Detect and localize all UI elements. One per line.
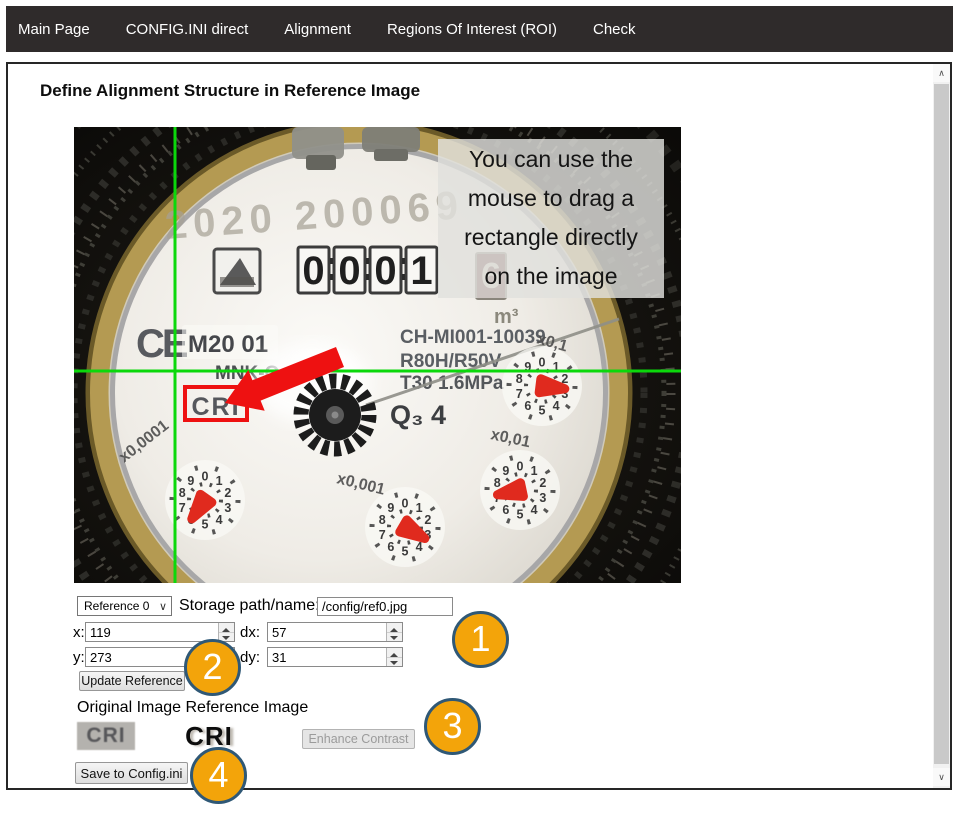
- ce-mark: CE: [136, 322, 188, 366]
- scroll-down-icon[interactable]: ∨: [933, 768, 950, 786]
- save-to-config-button[interactable]: Save to Config.ini: [75, 762, 188, 784]
- svg-text:7: 7: [516, 387, 523, 401]
- svg-text:6: 6: [387, 540, 394, 554]
- y-label: y:: [73, 649, 85, 666]
- hint-line: mouse to drag a: [438, 179, 664, 218]
- scroll-up-icon[interactable]: ∧: [933, 64, 950, 82]
- svg-text:0: 0: [402, 497, 409, 511]
- scrollbar-thumb[interactable]: [934, 84, 949, 764]
- spin-down-icon[interactable]: [387, 632, 402, 642]
- model-text: CH-MI001-10039: [400, 327, 546, 348]
- x-spinner[interactable]: [218, 623, 234, 641]
- dx-input[interactable]: [268, 623, 402, 641]
- enhance-contrast-button[interactable]: Enhance Contrast: [302, 729, 415, 749]
- dy-input[interactable]: [268, 648, 402, 666]
- top-nav: Main Page CONFIG.INI direct Alignment Re…: [6, 6, 953, 52]
- svg-text:9: 9: [387, 501, 394, 515]
- svg-text:5: 5: [539, 404, 546, 418]
- dx-label: dx:: [240, 624, 260, 641]
- drag-hint-overlay: You can use the mouse to drag a rectangl…: [438, 139, 664, 298]
- spin-up-icon[interactable]: [387, 623, 402, 632]
- hint-line: rectangle directly: [438, 218, 664, 257]
- svg-text:6: 6: [502, 503, 509, 517]
- svg-text:4: 4: [531, 503, 538, 517]
- svg-text:3: 3: [224, 501, 231, 515]
- callout-1: 1: [452, 611, 509, 668]
- svg-text:9: 9: [502, 464, 509, 478]
- counter-digit: 0: [338, 249, 360, 293]
- counter-digit: 0: [374, 249, 396, 293]
- storage-path-input[interactable]: [317, 597, 453, 616]
- svg-text:4: 4: [553, 399, 560, 413]
- svg-text:0: 0: [202, 470, 209, 484]
- images-caption: Original Image Reference Image: [77, 699, 308, 717]
- dy-label: dy:: [240, 649, 260, 666]
- hint-line: You can use the: [438, 140, 664, 179]
- svg-text:3: 3: [539, 491, 546, 505]
- callout-4: 4: [190, 747, 247, 804]
- alignment-page: Main Page CONFIG.INI direct Alignment Re…: [0, 0, 960, 816]
- svg-text:6: 6: [524, 399, 531, 413]
- svg-text:8: 8: [179, 486, 186, 500]
- svg-text:4: 4: [216, 513, 223, 527]
- page-title: Define Alignment Structure in Reference …: [40, 81, 420, 101]
- svg-text:8: 8: [379, 513, 386, 527]
- update-reference-button[interactable]: Update Reference: [79, 671, 185, 691]
- spin-up-icon[interactable]: [387, 648, 402, 657]
- approval-text: M20 01: [188, 331, 268, 358]
- reference-select[interactable]: Reference 0 ∨: [77, 596, 172, 616]
- svg-text:0: 0: [539, 356, 546, 370]
- dx-spinner[interactable]: [386, 623, 402, 641]
- svg-text:5: 5: [202, 518, 209, 532]
- svg-text:5: 5: [402, 545, 409, 559]
- callout-3: 3: [424, 698, 481, 755]
- nav-config-ini[interactable]: CONFIG.INI direct: [126, 21, 249, 38]
- dx-field: [267, 622, 403, 642]
- nav-check[interactable]: Check: [593, 21, 636, 38]
- svg-text:9: 9: [187, 474, 194, 488]
- svg-text:8: 8: [516, 372, 523, 386]
- hint-line: on the image: [438, 257, 664, 296]
- svg-text:1: 1: [216, 474, 223, 488]
- dy-field: [267, 647, 403, 667]
- flow-text: Q₃ 4: [390, 400, 446, 430]
- svg-text:1: 1: [416, 501, 423, 515]
- svg-text:7: 7: [379, 528, 386, 542]
- nav-main-page[interactable]: Main Page: [18, 21, 90, 38]
- counter-digit: 1: [410, 249, 432, 293]
- reference-select-value: Reference 0: [84, 599, 149, 613]
- svg-text:8: 8: [494, 476, 501, 490]
- nav-alignment[interactable]: Alignment: [284, 21, 351, 38]
- ratio-text: R80H/R50V: [400, 351, 502, 372]
- svg-text:2: 2: [539, 476, 546, 490]
- vertical-scrollbar[interactable]: ∧ ∨: [933, 64, 950, 788]
- x-label: x:: [73, 624, 85, 641]
- original-image-crop: CRI: [77, 722, 135, 750]
- svg-text:7: 7: [179, 501, 186, 515]
- svg-text:2: 2: [424, 513, 431, 527]
- storage-path-label: Storage path/name:: [179, 597, 320, 615]
- unit-label: m³: [494, 306, 519, 328]
- svg-text:0: 0: [517, 460, 524, 474]
- svg-text:2: 2: [224, 486, 231, 500]
- svg-text:5: 5: [517, 508, 524, 522]
- spin-up-icon[interactable]: [219, 623, 234, 632]
- counter-digit: 0: [302, 249, 324, 293]
- nav-roi[interactable]: Regions Of Interest (ROI): [387, 21, 557, 38]
- dy-spinner[interactable]: [386, 648, 402, 666]
- spin-down-icon[interactable]: [387, 657, 402, 667]
- chevron-down-icon: ∨: [159, 598, 167, 616]
- svg-text:1: 1: [531, 464, 538, 478]
- callout-2: 2: [184, 639, 241, 696]
